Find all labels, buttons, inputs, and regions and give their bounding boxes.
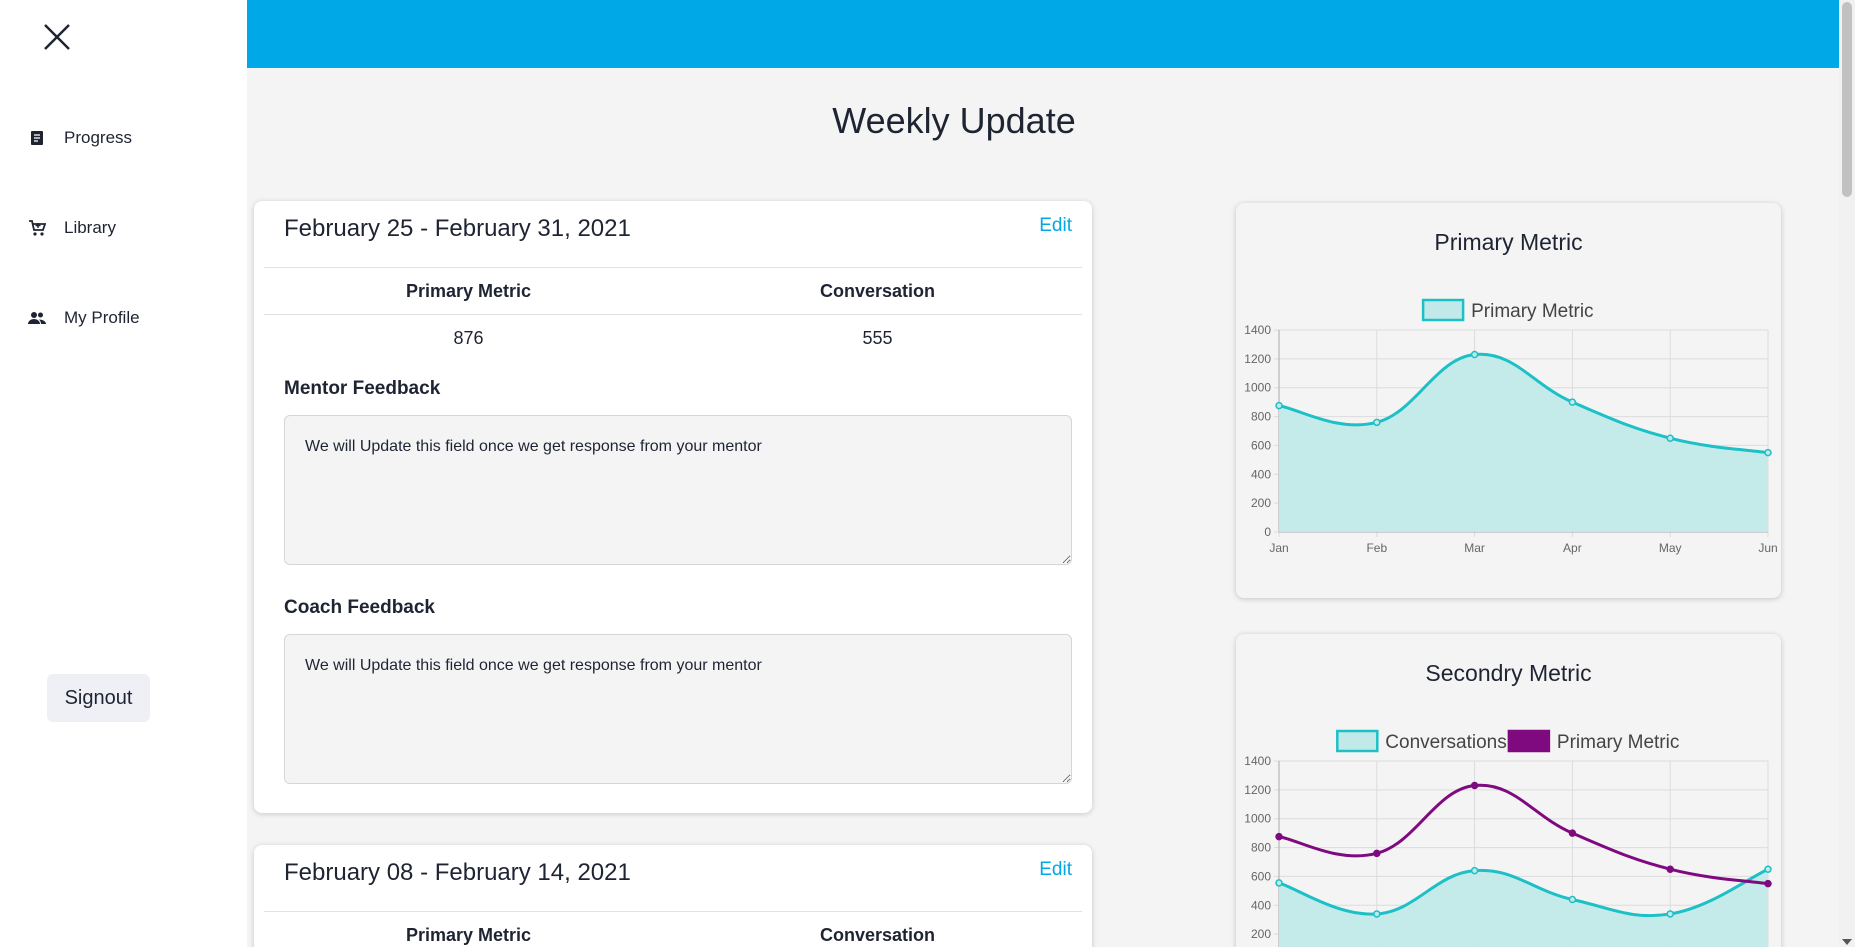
conversation-value: 555: [862, 328, 893, 348]
y-tick-label: 200: [1251, 496, 1271, 510]
secondary-metric-chart: ConversationsPrimary Metric0200400600800…: [1244, 729, 1772, 947]
secondary-metric-chart-card: Secondry Metric Conversations Primary Met…: [1236, 634, 1781, 947]
y-tick-label: 1000: [1244, 381, 1271, 395]
scrollbar[interactable]: [1839, 0, 1855, 947]
data-point: [1568, 398, 1577, 406]
column-header-primary-metric: Primary Metric: [405, 280, 532, 301]
sidebar: Progress Library My Profile Signout: [0, 0, 247, 947]
top-bar: [247, 0, 1839, 68]
sidebar-item-label: Library: [64, 218, 116, 237]
column-header-primary-metric: Primary Metric: [405, 924, 532, 945]
data-point: [1275, 832, 1283, 841]
primary-metric-chart: Primary Metric 0 200 400 600 800 1000 1200 1400 J…: [1244, 298, 1778, 555]
legend-label: Primary Metric: [1557, 732, 1679, 753]
y-tick-label: 0: [1264, 525, 1271, 539]
y-tick-label: 800: [1251, 841, 1271, 855]
y-tick-label: 400: [1251, 467, 1271, 481]
sidebar-item-progress[interactable]: Progress: [28, 128, 132, 148]
x-tick-label: May: [1659, 541, 1682, 555]
x-tick-label: Mar: [1464, 541, 1485, 555]
table-header-row: Primary Metric Conversation: [264, 911, 1082, 947]
x-tick-label: Feb: [1366, 541, 1387, 555]
sidebar-item-library[interactable]: Library: [28, 218, 116, 238]
data-point: [1568, 829, 1577, 837]
y-tick-label: 200: [1251, 927, 1271, 941]
coach-feedback-field[interactable]: We will Update this field once we get re…: [284, 634, 1072, 784]
data-point: [1568, 895, 1577, 904]
y-tick-label: 400: [1251, 898, 1271, 912]
scrollbar-thumb[interactable]: [1842, 2, 1852, 197]
data-point: [1764, 865, 1772, 873]
y-tick-label: 600: [1251, 438, 1271, 452]
data-point: [1470, 781, 1479, 790]
data-point: [1373, 910, 1381, 918]
metrics-table: Primary Metric Conversation: [264, 911, 1082, 947]
weekly-update-card: February 08 - February 14, 2021 Edit Pri…: [254, 845, 1092, 947]
people-icon: [28, 312, 46, 324]
data-point: [1470, 350, 1479, 359]
scroll-down-arrow-icon[interactable]: [1842, 939, 1852, 945]
y-tick-label: 1400: [1244, 754, 1271, 768]
data-point: [1470, 866, 1479, 875]
data-point: [1275, 401, 1283, 410]
data-point: [1666, 865, 1674, 873]
close-icon[interactable]: [40, 20, 74, 54]
data-point: [1764, 448, 1772, 457]
y-tick-label: 1000: [1244, 812, 1271, 826]
date-range: February 25 - February 31, 2021: [284, 215, 631, 242]
mentor-feedback-label: Mentor Feedback: [284, 378, 441, 399]
column-header-conversation: Conversation: [819, 924, 936, 945]
table-header-row: Primary Metric Conversation: [264, 267, 1082, 314]
y-tick-label: 1200: [1244, 783, 1271, 797]
signout-button[interactable]: Signout: [47, 674, 150, 722]
mentor-feedback-field[interactable]: We will Update this field once we get re…: [284, 415, 1072, 565]
sidebar-item-label: Progress: [64, 128, 133, 147]
legend-swatch: [1421, 298, 1465, 322]
legend-label: Conversations: [1385, 732, 1506, 753]
y-tick-label: 1200: [1244, 352, 1271, 366]
date-range: February 08 - February 14, 2021: [284, 859, 631, 886]
primary-metric-value: 876: [453, 328, 484, 348]
column-header-conversation: Conversation: [819, 280, 936, 301]
y-tick-label: 800: [1251, 410, 1271, 424]
data-point: [1275, 879, 1283, 887]
y-tick-label: 600: [1251, 869, 1271, 883]
edit-link[interactable]: Edit: [1039, 859, 1072, 881]
data-point: [1373, 418, 1381, 427]
data-point: [1764, 879, 1772, 888]
page-title: Weekly Update: [832, 100, 1076, 141]
cart-icon: [29, 220, 46, 236]
metrics-table: Primary Metric Conversation 876 555: [264, 267, 1082, 362]
data-point: [1373, 849, 1381, 858]
series-line: [1278, 783, 1769, 886]
progress-icon: [31, 131, 43, 145]
data-point: [1666, 434, 1674, 442]
y-tick-label: 1400: [1244, 323, 1271, 337]
legend-swatch: [1336, 729, 1379, 753]
data-point: [1666, 910, 1674, 918]
x-tick-label: Jun: [1758, 541, 1777, 555]
x-tick-label: Jan: [1269, 541, 1288, 555]
legend-swatch: [1507, 729, 1551, 753]
table-row: 876 555: [264, 314, 1082, 362]
x-tick-label: Apr: [1563, 541, 1582, 555]
primary-metric-chart-card: Primary Metric Primary Metric 0 200 400 600 8…: [1236, 203, 1781, 598]
coach-feedback-label: Coach Feedback: [284, 597, 435, 618]
sidebar-item-label: My Profile: [64, 308, 140, 327]
weekly-update-card: February 25 - February 31, 2021 Edit Pri…: [254, 201, 1092, 813]
edit-link[interactable]: Edit: [1039, 215, 1072, 237]
legend-label: Primary Metric: [1471, 301, 1593, 322]
sidebar-item-my-profile[interactable]: My Profile: [28, 308, 140, 328]
